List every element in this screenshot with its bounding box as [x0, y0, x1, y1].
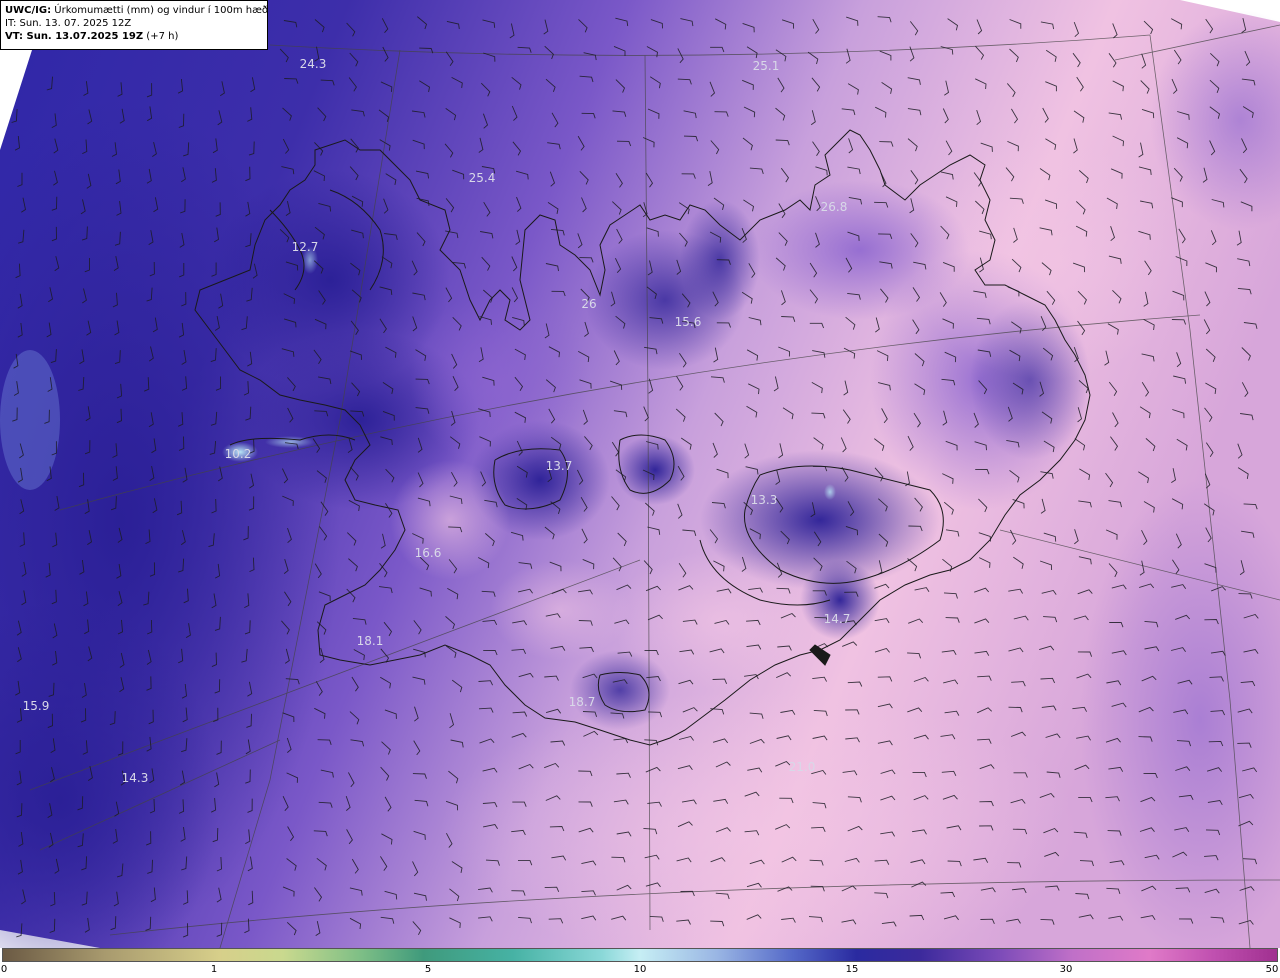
colorbar-strip [2, 948, 1278, 962]
lead-time: (+7 h) [143, 31, 179, 42]
product-title: Úrkomumætti (mm) og vindur í 100m hæð [51, 5, 269, 16]
value-label: 15.6 [675, 315, 702, 329]
title-line: UWC/IG: Úrkomumætti (mm) og vindur í 100… [5, 4, 268, 17]
value-label: 13.7 [546, 459, 573, 473]
colorbar-tick-label: 5 [424, 964, 432, 975]
valid-time-line: VT: Sun. 13.07.2025 19Z (+7 h) [5, 30, 263, 43]
value-label: 15.9 [23, 699, 50, 713]
value-label: 16.6 [415, 546, 442, 560]
colorbar-tick-label: 15 [845, 964, 859, 975]
value-label: 14.7 [824, 612, 851, 626]
value-label: 10.2 [225, 447, 252, 461]
initial-time: IT: Sun. 13. 07. 2025 12Z [5, 18, 132, 29]
precipitable-water-map[interactable]: 24.3 25.1 25.4 26.8 12.7 26 15.6 10.2 13.7 13.3 16… [0, 0, 1280, 948]
map-canvas: 24.3 25.1 25.4 26.8 12.7 26 15.6 10.2 13.7 13.3 16… [0, 0, 1280, 948]
value-label: 21.0 [789, 760, 816, 774]
colorbar-tick-label: 1 [210, 964, 218, 975]
value-label: 25.4 [469, 171, 496, 185]
info-header: UWC/IG: Úrkomumætti (mm) og vindur í 100… [0, 0, 268, 50]
colorbar-tick-label: 30 [1059, 964, 1073, 975]
valid-time: VT: Sun. 13.07.2025 19Z [5, 31, 144, 42]
model-code: UWC/IG: [5, 5, 52, 16]
colorbar: 0 1 5 10 15 30 50 [0, 948, 1280, 978]
value-label: 26 [581, 297, 596, 311]
value-label: 26.8 [821, 200, 848, 214]
value-label: 18.7 [569, 695, 596, 709]
value-label: 18.1 [357, 634, 384, 648]
colorbar-tick-label: 50 [1265, 964, 1279, 975]
colorbar-tick-label: 10 [633, 964, 647, 975]
value-label: 25.1 [753, 59, 780, 73]
value-label: 12.7 [292, 240, 319, 254]
value-label: 24.3 [300, 57, 327, 71]
value-label: 13.3 [751, 493, 778, 507]
colorbar-tick-label: 0 [0, 964, 8, 975]
value-label: 14.3 [122, 771, 149, 785]
